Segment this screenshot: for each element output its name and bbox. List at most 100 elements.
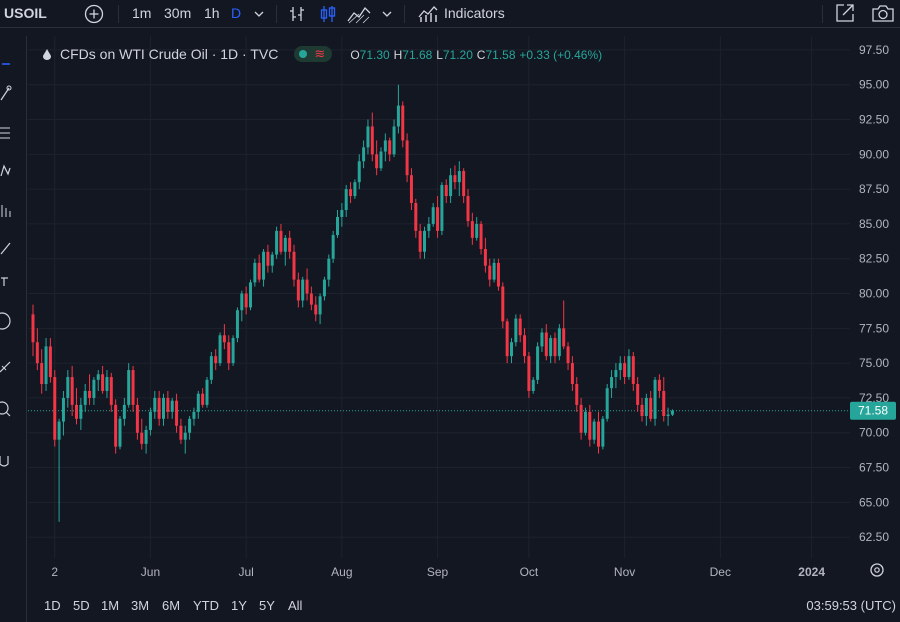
candle-body bbox=[266, 251, 270, 266]
range-all[interactable]: All bbox=[288, 590, 302, 622]
candle-body bbox=[553, 338, 557, 357]
candle-body bbox=[340, 210, 344, 217]
candle-body bbox=[536, 346, 540, 380]
x-tick-label: Oct bbox=[520, 565, 539, 579]
market-status-badge[interactable]: ≋ bbox=[294, 46, 333, 63]
change-value: +0.33 (+0.46%) bbox=[519, 48, 603, 62]
candle-body bbox=[466, 196, 470, 222]
open-label: O bbox=[350, 48, 360, 62]
candle-body bbox=[322, 279, 326, 297]
candle-body bbox=[636, 384, 640, 405]
candle-body bbox=[122, 404, 126, 419]
price-axis: 62.5065.0067.5070.0072.5075.0077.5080.00… bbox=[850, 43, 896, 577]
candle-body bbox=[449, 175, 453, 197]
candle-body bbox=[314, 304, 318, 315]
low-value: 71.20 bbox=[442, 48, 473, 62]
candle-body bbox=[96, 374, 100, 380]
settings-icon-hub bbox=[874, 567, 880, 573]
candle-body bbox=[162, 397, 165, 419]
candle-body bbox=[592, 421, 596, 440]
candle-body bbox=[496, 262, 500, 287]
y-tick-label: 82.50 bbox=[859, 252, 889, 266]
candle-body bbox=[479, 223, 483, 249]
candle-body bbox=[405, 140, 409, 176]
range-bar: 1D 5D 1M 3M 6M YTD 1Y 5Y All 03:59:53 (U… bbox=[28, 590, 900, 622]
y-tick-label: 70.00 bbox=[859, 426, 889, 440]
x-tick-label: Sep bbox=[427, 565, 449, 579]
range-1m[interactable]: 1M bbox=[101, 590, 119, 622]
candle-body bbox=[597, 421, 600, 447]
candle-body bbox=[179, 425, 183, 440]
y-tick-label: 67.50 bbox=[859, 461, 889, 475]
candle-body bbox=[657, 379, 661, 391]
close-value: 71.58 bbox=[485, 48, 516, 62]
candle-body bbox=[144, 429, 148, 444]
range-ytd[interactable]: YTD bbox=[193, 590, 219, 622]
candle-body bbox=[583, 411, 587, 433]
candle-body bbox=[631, 356, 635, 384]
candle-body bbox=[109, 377, 113, 405]
candle-body bbox=[227, 342, 231, 364]
candle-body bbox=[370, 126, 374, 155]
candle-body bbox=[366, 126, 370, 148]
range-6m[interactable]: 6M bbox=[162, 590, 180, 622]
y-tick-label: 90.00 bbox=[859, 147, 889, 161]
candle-body bbox=[475, 223, 479, 238]
candle-body bbox=[331, 235, 335, 259]
x-tick-label: Nov bbox=[614, 565, 635, 579]
candle-body bbox=[549, 338, 553, 357]
candle-body bbox=[135, 404, 139, 433]
candle-body bbox=[318, 296, 322, 315]
candle-body bbox=[392, 126, 396, 155]
candle-body bbox=[336, 216, 339, 236]
candle-body bbox=[79, 404, 83, 419]
candle-body bbox=[610, 377, 614, 389]
range-5d[interactable]: 5D bbox=[73, 590, 90, 622]
candle-body bbox=[270, 254, 274, 266]
candle-body bbox=[570, 363, 574, 384]
candle-body bbox=[462, 171, 466, 197]
oil-drop-icon bbox=[43, 49, 51, 61]
candle-body bbox=[414, 203, 418, 231]
candle-body bbox=[544, 332, 548, 357]
candle-body bbox=[305, 279, 309, 294]
candle-body bbox=[309, 293, 313, 305]
current-price-label: 71.58 bbox=[858, 404, 888, 418]
candle-body bbox=[53, 377, 57, 440]
settings-icon[interactable] bbox=[870, 563, 884, 577]
candle-body bbox=[214, 356, 218, 364]
candle-body bbox=[66, 377, 70, 398]
range-3m[interactable]: 3M bbox=[131, 590, 149, 622]
candle-body bbox=[231, 338, 235, 364]
candle-body bbox=[344, 189, 348, 210]
chart-title: CFDs on WTI Crude Oil · 1D · TVC bbox=[60, 46, 279, 62]
candle-body bbox=[488, 265, 492, 280]
candle-body bbox=[157, 397, 161, 419]
range-5y[interactable]: 5Y bbox=[259, 590, 275, 622]
candle-body bbox=[418, 230, 422, 252]
candle-body bbox=[118, 418, 122, 447]
range-1d[interactable]: 1D bbox=[44, 590, 61, 622]
range-1y[interactable]: 1Y bbox=[231, 590, 247, 622]
candle-body bbox=[357, 161, 361, 183]
candle-body bbox=[140, 432, 144, 444]
candle-body bbox=[175, 400, 179, 426]
candle-body bbox=[457, 171, 461, 183]
status-dot-icon bbox=[299, 50, 308, 59]
chart-legend: CFDs on WTI Crude Oil · 1D · TVC ≋ O71.30 … bbox=[42, 44, 602, 64]
candle-body bbox=[644, 397, 648, 417]
candle-body bbox=[505, 321, 509, 357]
price-chart[interactable]: 62.5065.0067.5070.0072.5075.0077.5080.00… bbox=[0, 0, 900, 622]
clock[interactable]: 03:59:53 (UTC) bbox=[806, 590, 896, 622]
y-tick-label: 62.50 bbox=[859, 530, 889, 544]
candle-body bbox=[562, 328, 566, 347]
y-tick-label: 87.50 bbox=[859, 182, 889, 196]
candle-body bbox=[257, 262, 261, 280]
candle-body bbox=[601, 418, 605, 447]
candle-body bbox=[640, 404, 644, 417]
candle-body bbox=[453, 175, 457, 183]
candle-body bbox=[292, 251, 296, 280]
candle-body bbox=[440, 184, 444, 231]
candle-body bbox=[353, 182, 357, 197]
candle-body bbox=[196, 393, 200, 412]
